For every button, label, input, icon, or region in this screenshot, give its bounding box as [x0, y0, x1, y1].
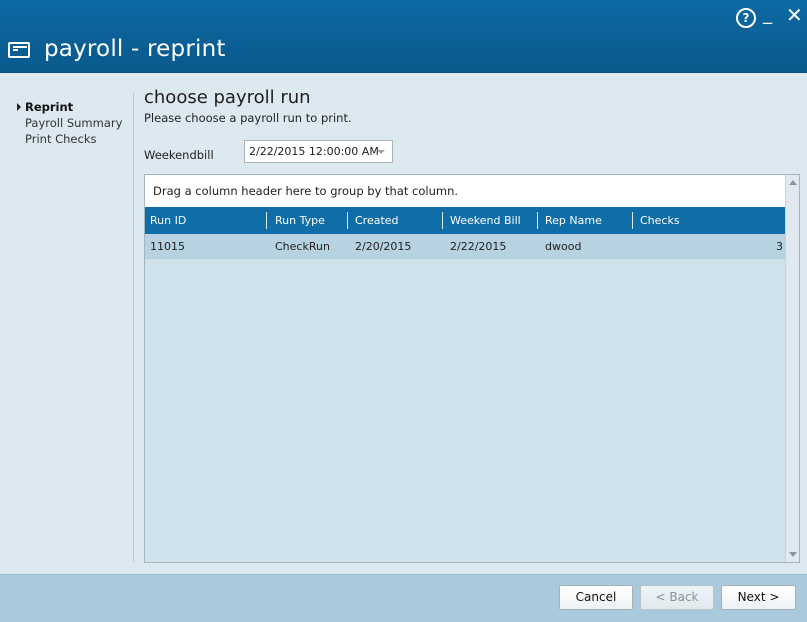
minimize-icon[interactable]: _ — [763, 4, 772, 25]
column-separator[interactable] — [442, 212, 443, 229]
table-row[interactable]: 11015 CheckRun 2/20/2015 2/22/2015 dwood… — [145, 234, 787, 259]
close-icon[interactable]: ✕ — [786, 3, 803, 27]
payroll-card-icon — [8, 42, 30, 58]
weekendbill-dropdown[interactable]: 2/22/2015 12:00:00 AM — [244, 140, 393, 163]
column-separator[interactable] — [632, 212, 633, 229]
weekendbill-label: Weekendbill — [144, 148, 214, 162]
cancel-button[interactable]: Cancel — [559, 585, 633, 610]
scroll-down-icon[interactable] — [789, 552, 797, 557]
sidebar-item-print-checks[interactable]: Print Checks — [25, 132, 96, 146]
current-step-arrow-icon — [17, 103, 21, 111]
back-button[interactable]: < Back — [640, 585, 714, 610]
column-separator[interactable] — [537, 212, 538, 229]
column-header-rep-name[interactable]: Rep Name — [540, 207, 631, 234]
group-by-panel[interactable]: Drag a column header here to group by th… — [145, 175, 787, 207]
scroll-up-icon[interactable] — [789, 180, 797, 185]
column-header-created[interactable]: Created — [350, 207, 441, 234]
vertical-scrollbar[interactable] — [785, 175, 799, 562]
next-button[interactable]: Next > — [721, 585, 796, 610]
column-separator[interactable] — [347, 212, 348, 229]
column-header-checks[interactable]: Checks — [635, 207, 785, 234]
title-bar: payroll - reprint ? _ ✕ — [0, 0, 807, 73]
window-title: payroll - reprint — [44, 36, 226, 62]
help-icon[interactable]: ? — [736, 8, 756, 28]
cell-rep-name: dwood — [545, 240, 582, 253]
sidebar-item-payroll-summary[interactable]: Payroll Summary — [25, 116, 122, 130]
weekendbill-value: 2/22/2015 12:00:00 AM — [249, 145, 379, 158]
grid-header-row: Run ID Run Type Created Weekend Bill Rep… — [145, 207, 787, 234]
column-header-run-id[interactable]: Run ID — [145, 207, 266, 234]
cell-weekend-bill: 2/22/2015 — [450, 240, 507, 253]
wizard-steps-sidebar: Reprint Payroll Summary Print Checks — [0, 92, 134, 562]
payroll-runs-grid: Drag a column header here to group by th… — [144, 174, 800, 563]
cell-created: 2/20/2015 — [355, 240, 412, 253]
sidebar-item-reprint[interactable]: Reprint — [25, 100, 73, 114]
column-header-run-type[interactable]: Run Type — [270, 207, 346, 234]
cell-run-id: 11015 — [150, 240, 185, 253]
page-subheading: Please choose a payroll run to print. — [144, 111, 352, 125]
column-header-weekend-bill[interactable]: Weekend Bill — [445, 207, 536, 234]
cell-checks: 3 — [776, 240, 783, 253]
chevron-down-icon[interactable] — [377, 150, 385, 154]
cell-run-type: CheckRun — [275, 240, 330, 253]
wizard-footer: Cancel < Back Next > — [0, 574, 807, 622]
column-separator[interactable] — [266, 212, 267, 229]
page-heading: choose payroll run — [144, 87, 311, 108]
